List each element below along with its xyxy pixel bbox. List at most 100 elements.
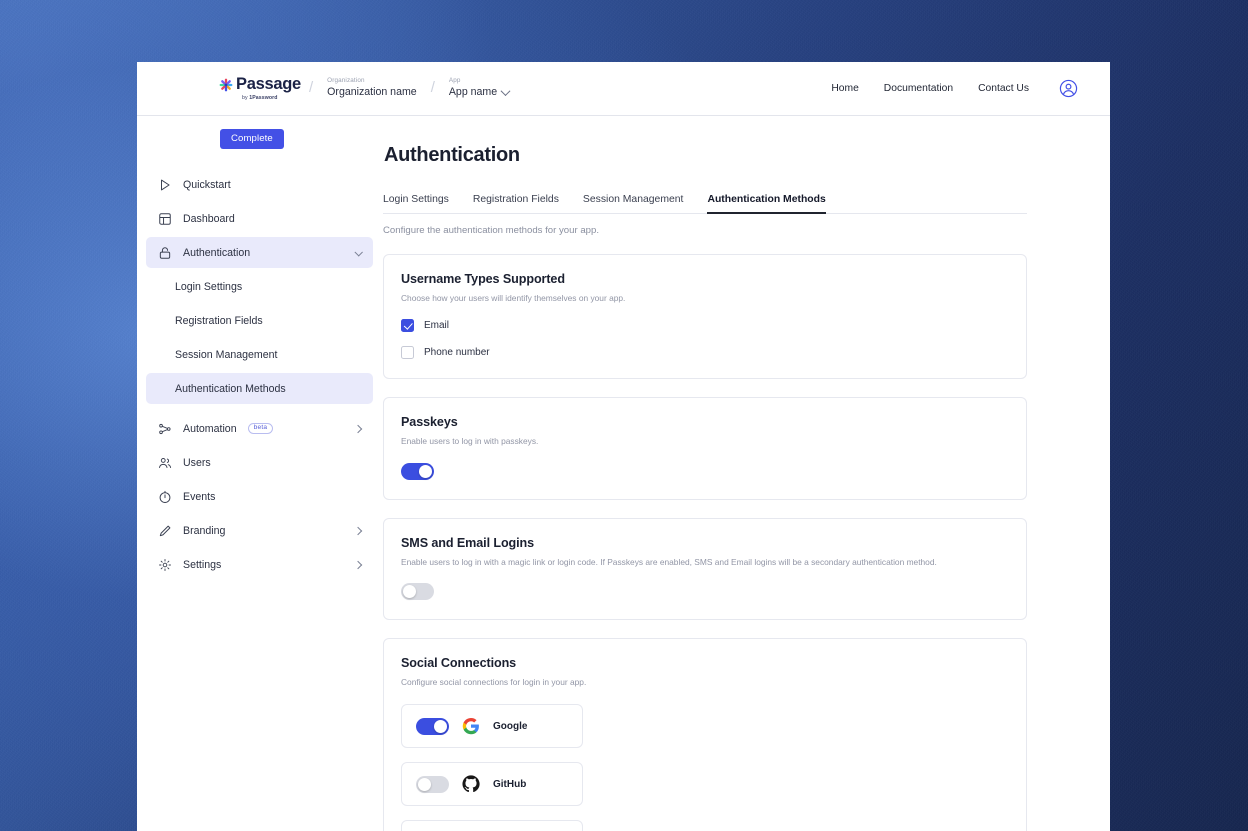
sidebar: Complete Quickstart Dashboard (137, 116, 382, 831)
sidebar-item-users[interactable]: Users (146, 447, 373, 478)
tab-registration-fields[interactable]: Registration Fields (473, 194, 559, 214)
breadcrumb-separator-2: / (431, 79, 435, 96)
toggle-github[interactable] (416, 776, 449, 793)
tab-login-settings[interactable]: Login Settings (383, 194, 449, 214)
checkbox-row-email[interactable]: Email (401, 319, 1009, 332)
page-subtitle: Configure the authentication methods for… (383, 225, 1110, 236)
breadcrumb-organization-value: Organization name (327, 87, 417, 99)
sidebar-item-registration-fields[interactable]: Registration Fields (146, 305, 373, 336)
breadcrumb-separator-1: / (309, 79, 313, 96)
beta-badge: beta (248, 423, 274, 435)
toggle-sms-email-logins[interactable] (401, 583, 434, 600)
social-provider-name: GitHub (493, 779, 526, 790)
card-username-types: Username Types Supported Choose how your… (383, 254, 1027, 379)
sidebar-item-label: Settings (183, 559, 221, 571)
card-title: Social Connections (401, 656, 1009, 670)
github-icon (462, 775, 480, 793)
card-title: Passkeys (401, 415, 1009, 429)
card-passkeys: Passkeys Enable users to log in with pas… (383, 397, 1027, 500)
sidebar-item-authentication[interactable]: Authentication (146, 237, 373, 268)
sidebar-item-authentication-methods[interactable]: Authentication Methods (146, 373, 373, 404)
gear-icon (158, 558, 172, 572)
sidebar-subitem-label: Registration Fields (175, 315, 263, 327)
toggle-knob (418, 778, 431, 791)
nav-link-contact-us[interactable]: Contact Us (978, 83, 1029, 94)
automation-nodes-icon (158, 422, 172, 436)
sidebar-item-label: Quickstart (183, 179, 231, 191)
chevron-down-icon[interactable] (501, 87, 511, 97)
brand-name: Passage (236, 76, 301, 93)
sidebar-item-branding[interactable]: Branding (146, 515, 373, 546)
sidebar-item-label: Automation (183, 423, 237, 435)
card-title: Username Types Supported (401, 272, 1009, 286)
brand-tagline-brand: 1Password (249, 95, 277, 101)
breadcrumb-organization-text: Organization name (327, 87, 417, 99)
card-description: Choose how your users will identify them… (401, 293, 1009, 305)
sidebar-item-label: Dashboard (183, 213, 235, 225)
brand-logo[interactable]: Passage by 1Password (219, 76, 295, 101)
card-description: Enable users to log in with a magic link… (401, 557, 1009, 569)
brand-tagline: by 1Password (242, 95, 295, 101)
pen-icon (158, 524, 172, 538)
toggle-google[interactable] (416, 718, 449, 735)
dashboard-grid-icon (158, 212, 172, 226)
social-row-github: GitHub (401, 762, 583, 806)
main-content: Authentication Login Settings Registrati… (382, 116, 1110, 831)
card-sms-email-logins: SMS and Email Logins Enable users to log… (383, 518, 1027, 621)
breadcrumb-organization-label: Organization (327, 78, 417, 85)
sidebar-item-login-settings[interactable]: Login Settings (146, 271, 373, 302)
passage-asterisk-logo-icon (219, 78, 233, 92)
tab-session-management[interactable]: Session Management (583, 194, 684, 214)
sidebar-item-label: Authentication (183, 247, 250, 259)
tab-bar: Login Settings Registration Fields Sessi… (383, 193, 1027, 214)
status-badge-complete[interactable]: Complete (220, 129, 284, 149)
card-description: Configure social connections for login i… (401, 677, 1009, 689)
social-provider-list: Google GitHub (401, 704, 1009, 831)
sidebar-item-quickstart[interactable]: Quickstart (146, 169, 373, 200)
sidebar-nav: Quickstart Dashboard Authentication (137, 169, 382, 580)
nav-link-home[interactable]: Home (831, 83, 858, 94)
top-bar: Passage by 1Password / Organization Orga… (137, 62, 1110, 116)
social-row-google: Google (401, 704, 583, 748)
brand-top-row: Passage (219, 76, 295, 93)
chevron-right-icon (354, 560, 362, 568)
breadcrumb-app-label: App (449, 78, 509, 85)
sidebar-item-session-management[interactable]: Session Management (146, 339, 373, 370)
app-body: Complete Quickstart Dashboard (137, 116, 1110, 831)
lock-icon (158, 246, 172, 260)
chevron-right-icon (354, 526, 362, 534)
events-clock-icon (158, 490, 172, 504)
sidebar-item-settings[interactable]: Settings (146, 549, 373, 580)
tab-authentication-methods[interactable]: Authentication Methods (707, 194, 825, 214)
sidebar-subitem-label: Login Settings (175, 281, 242, 293)
breadcrumb-app[interactable]: App App name (449, 78, 509, 99)
sidebar-item-automation[interactable]: Automation beta (146, 413, 373, 444)
checkbox-phone-number[interactable] (401, 346, 414, 359)
user-circle-icon[interactable] (1059, 79, 1078, 98)
toggle-knob (403, 585, 416, 598)
users-icon (158, 456, 172, 470)
checkbox-email-label: Email (424, 320, 449, 331)
sidebar-item-label: Events (183, 491, 215, 503)
sidebar-item-events[interactable]: Events (146, 481, 373, 512)
checkbox-phone-number-label: Phone number (424, 347, 490, 358)
breadcrumb-organization[interactable]: Organization Organization name (327, 78, 417, 99)
sidebar-subitem-label: Authentication Methods (175, 383, 286, 395)
top-navigation: Home Documentation Contact Us (831, 79, 1078, 98)
nav-link-documentation[interactable]: Documentation (884, 83, 953, 94)
breadcrumb-app-value: App name (449, 87, 509, 99)
sidebar-item-dashboard[interactable]: Dashboard (146, 203, 373, 234)
checkbox-row-phone-number[interactable]: Phone number (401, 346, 1009, 359)
sidebar-item-label: Branding (183, 525, 225, 537)
toggle-knob (419, 465, 432, 478)
card-description: Enable users to log in with passkeys. (401, 436, 1009, 448)
card-social-connections: Social Connections Configure social conn… (383, 638, 1027, 831)
checkbox-email[interactable] (401, 319, 414, 332)
page-title: Authentication (384, 144, 1110, 167)
breadcrumb-app-text: App name (449, 87, 497, 99)
play-triangle-icon (158, 178, 172, 192)
card-title: SMS and Email Logins (401, 536, 1009, 550)
chevron-down-icon (354, 248, 362, 256)
social-provider-name: Google (493, 721, 527, 732)
toggle-passkeys[interactable] (401, 463, 434, 480)
